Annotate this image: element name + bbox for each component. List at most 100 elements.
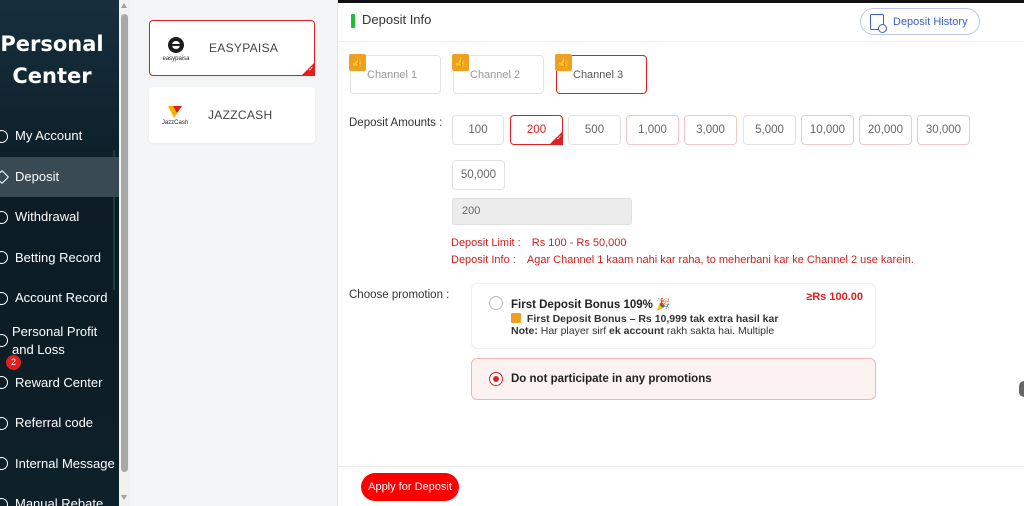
deposit-limit-label: Deposit Limit :	[451, 237, 521, 249]
thumb-up-icon: 👍	[452, 54, 469, 71]
sidebar-item-label: Withdrawal	[15, 209, 80, 225]
withdrawal-icon	[0, 210, 8, 224]
promotion-radio-selected[interactable]	[489, 372, 503, 386]
record-icon	[0, 251, 8, 265]
channel-label: Channel 3	[573, 69, 624, 81]
referral-icon	[0, 416, 8, 430]
amount-option-selected[interactable]: 200	[510, 115, 563, 145]
choose-promotion-label: Choose promotion :	[349, 289, 450, 301]
method-easypaisa[interactable]: easypaisa EASYPAISA	[149, 20, 315, 76]
sidebar-item-label: Referral code	[15, 415, 94, 431]
party-icon: 🎉	[656, 299, 671, 311]
promotion-none-title: Do not participate in any promotions	[511, 373, 712, 385]
header-accent-bar	[351, 14, 355, 28]
profit-loss-icon	[0, 334, 8, 347]
jazzcash-logo-icon: JazzCash	[158, 98, 192, 132]
amount-option[interactable]: 10,000	[801, 115, 854, 145]
deposit-limit-value: Rs 100 - Rs 50,000	[531, 237, 627, 249]
sidebar-item-label: Internal Message	[15, 455, 115, 471]
amount-option[interactable]: 30,000	[917, 115, 970, 145]
promotion-option-first-deposit[interactable]: First Deposit Bonus 109% 🎉 ≥Rs 100.00 Fi…	[471, 283, 876, 349]
panel-footer: Apply for Deposit	[338, 466, 1024, 506]
sidebar-item-referral-code[interactable]: Referral code	[0, 403, 119, 444]
promotion-radio[interactable]	[489, 296, 503, 310]
user-icon	[0, 129, 8, 143]
amount-option[interactable]: 500	[568, 115, 621, 145]
sidebar-item-withdrawal[interactable]: Withdrawal	[0, 197, 119, 238]
deposit-info-value: Agar Channel 1 kaam nahi kar raha, to me…	[526, 254, 914, 266]
sidebar: Personal Center My Account Deposit Withd…	[0, 0, 119, 506]
promotion-option-none[interactable]: Do not participate in any promotions	[471, 358, 876, 400]
jazzcash-logo-text: JazzCash	[161, 120, 189, 126]
gift-icon	[511, 313, 521, 323]
sidebar-item-internal-message[interactable]: Internal Message	[0, 444, 119, 485]
scrollbar-thumb[interactable]	[121, 14, 128, 472]
note-text: Har player sirf	[537, 325, 610, 337]
channel-1-tab[interactable]: 👍 Channel 1	[349, 54, 441, 94]
sidebar-menu: My Account Deposit Withdrawal Betting Re…	[0, 116, 119, 506]
deposit-history-label: Deposit History	[893, 15, 968, 28]
thumb-up-icon: 👍	[349, 54, 366, 71]
sidebar-item-label: Deposit	[15, 168, 60, 184]
method-jazzcash[interactable]: JazzCash JAZZCASH	[149, 87, 315, 143]
scroll-up-icon[interactable]	[121, 3, 127, 8]
account-record-icon	[0, 291, 8, 305]
deposit-info-label: Deposit Info :	[451, 254, 516, 266]
sidebar-title-line1: Personal	[0, 32, 104, 56]
sidebar-item-label: Reward Center	[15, 374, 103, 390]
scroll-down-icon[interactable]	[121, 495, 127, 500]
page-title: Deposit Info	[362, 12, 432, 27]
channel-3-tab[interactable]: 👍 Channel 3	[555, 54, 647, 94]
history-icon	[870, 13, 887, 33]
amount-value: 200	[526, 124, 547, 136]
promotion-min-amount: ≥Rs 100.00	[806, 291, 863, 303]
payment-method-list: easypaisa EASYPAISA JazzCash JAZZCASH	[130, 0, 338, 506]
sidebar-item-manual-rebate[interactable]: Manual Rebate	[0, 484, 119, 506]
amount-option[interactable]: 50,000	[452, 160, 505, 190]
note-text-end: rakh sakta hai. Multiple	[663, 325, 775, 337]
channel-2-tab[interactable]: 👍 Channel 2	[452, 54, 544, 94]
deposit-info-line: Deposit Info : Agar Channel 1 kaam nahi …	[451, 254, 914, 266]
message-icon	[0, 457, 8, 471]
apply-for-deposit-button[interactable]: Apply for Deposit	[361, 473, 459, 501]
sidebar-item-label: Manual Rebate	[15, 496, 104, 506]
sidebar-item-betting-record[interactable]: Betting Record	[0, 238, 119, 279]
deposit-amount-input[interactable]: 200	[452, 198, 632, 225]
sidebar-item-label: Personal Profit and Loss	[12, 323, 98, 357]
jazzcash-mark-icon	[168, 106, 182, 118]
note-bold-text: ek account	[609, 325, 664, 337]
sidebar-item-label: Account Record	[15, 290, 108, 306]
promotion-title: First Deposit Bonus 109% 🎉	[511, 297, 670, 311]
sidebar-title: Personal Center	[0, 28, 104, 92]
promotion-desc-line: First Deposit Bonus – Rs 10,999 tak extr…	[511, 313, 778, 325]
amount-option[interactable]: 100	[452, 115, 504, 145]
floating-handle[interactable]	[1019, 381, 1024, 397]
selected-check-icon	[549, 131, 563, 145]
channel-label: Channel 1	[367, 69, 418, 81]
method-name: EASYPAISA	[209, 41, 279, 55]
thumb-up-icon: 👍	[555, 54, 572, 71]
sidebar-item-reward-center[interactable]: 2 Reward Center	[0, 354, 119, 404]
sidebar-item-label: Betting Record	[15, 249, 101, 265]
deposit-amounts-label: Deposit Amounts :	[349, 117, 443, 129]
sidebar-item-my-account[interactable]: My Account	[0, 116, 119, 157]
amount-option[interactable]: 20,000	[859, 115, 912, 145]
easypaisa-mark-icon	[168, 36, 184, 53]
deposit-history-button[interactable]: Deposit History	[860, 8, 980, 35]
top-border	[338, 0, 1024, 3]
deposit-limit-line: Deposit Limit : Rs 100 - Rs 50,000	[451, 237, 627, 249]
deposit-icon	[0, 169, 10, 184]
amount-option[interactable]: 3,000	[684, 115, 737, 145]
sidebar-item-deposit[interactable]: Deposit	[0, 156, 119, 197]
deposit-page: Personal Center My Account Deposit Withd…	[0, 0, 1024, 506]
amount-option[interactable]: 1,000	[626, 115, 679, 145]
amount-option[interactable]: 5,000	[743, 115, 796, 145]
note-label: Note:	[511, 325, 538, 337]
easypaisa-logo-text: easypaisa	[162, 55, 190, 62]
promotion-title-text: First Deposit Bonus 109%	[511, 299, 653, 311]
sidebar-item-account-record[interactable]: Account Record	[0, 278, 119, 319]
promotion-note-line: Note: Har player sirf ek account rakh sa…	[511, 325, 774, 337]
selected-check-icon	[301, 62, 315, 76]
rebate-icon	[0, 497, 8, 506]
sidebar-item-label: My Account	[15, 128, 83, 144]
